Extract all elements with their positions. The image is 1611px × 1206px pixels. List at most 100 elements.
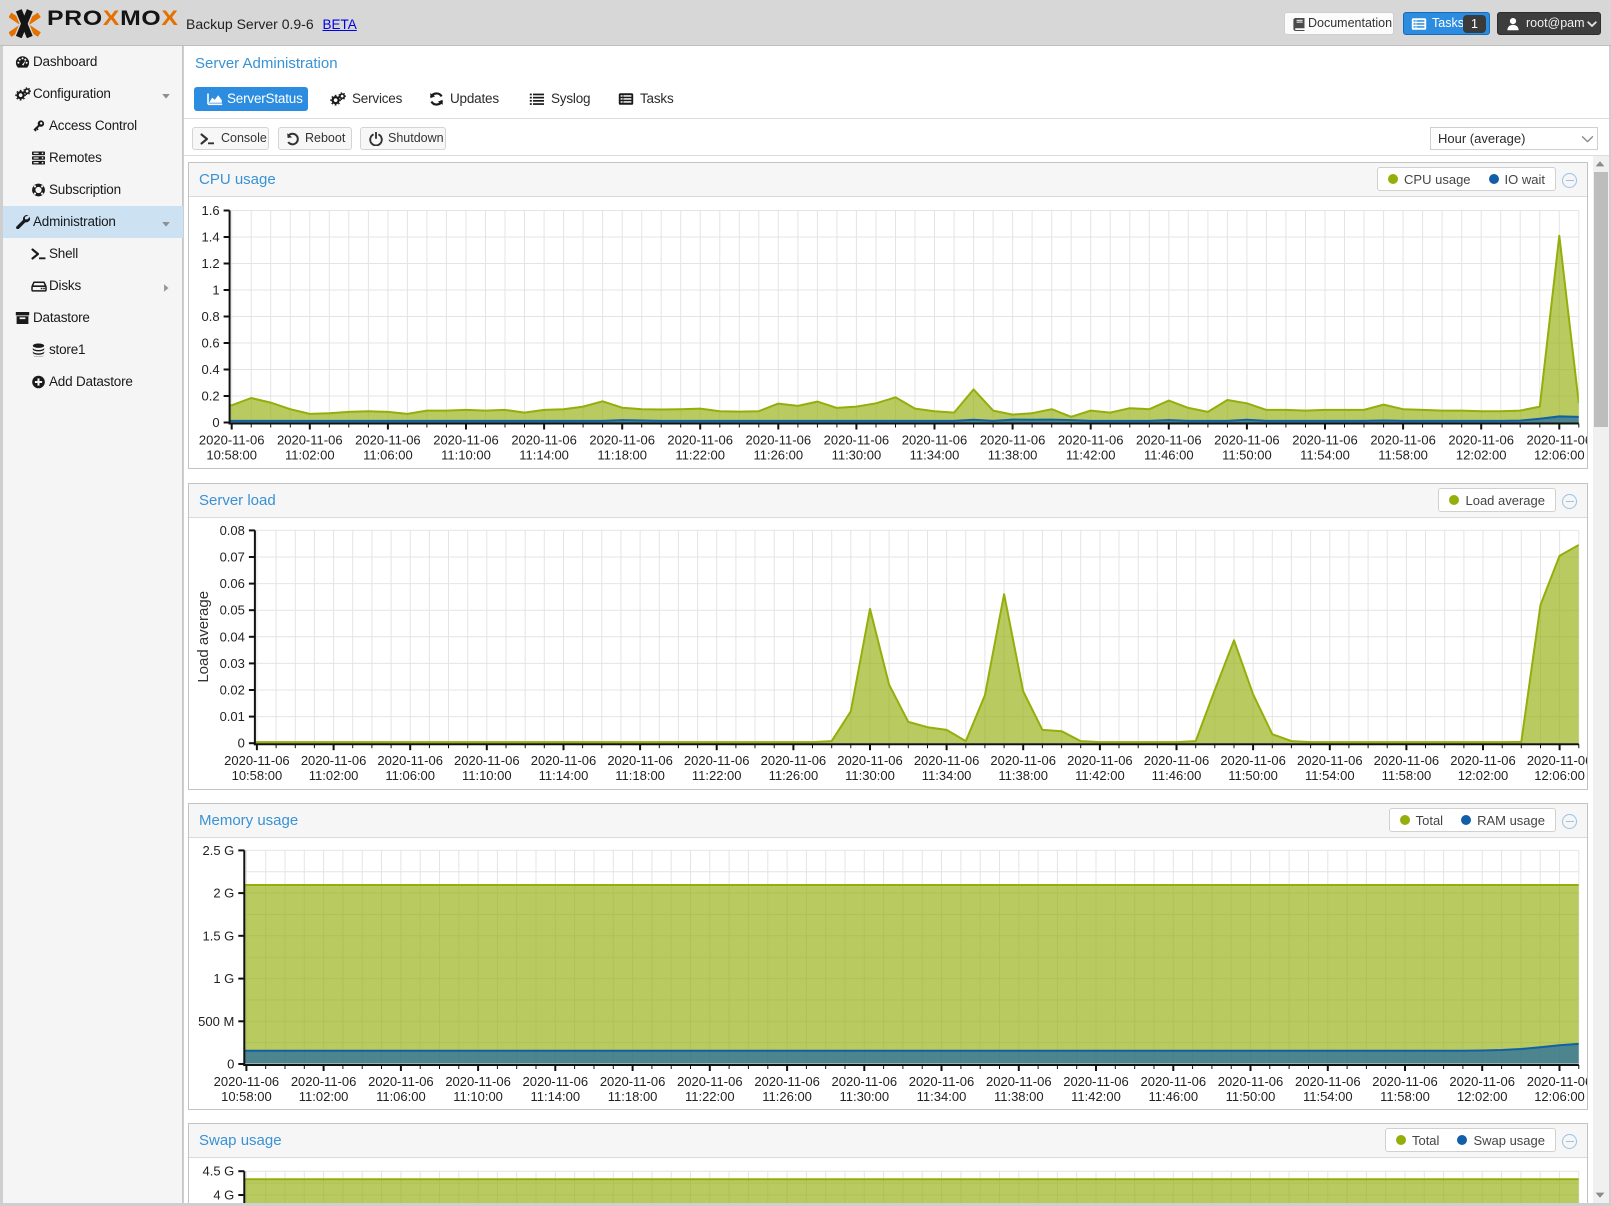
svg-text:2020-11-06: 2020-11-06 (914, 753, 980, 768)
svg-text:11:58:00: 11:58:00 (1380, 1089, 1430, 1104)
svg-text:2020-11-06: 2020-11-06 (1449, 1074, 1515, 1089)
svg-text:12:06:00: 12:06:00 (1534, 448, 1585, 463)
svg-text:12:06:00: 12:06:00 (1534, 1089, 1585, 1104)
svg-text:11:14:00: 11:14:00 (519, 448, 569, 463)
svg-text:11:50:00: 11:50:00 (1226, 1089, 1276, 1104)
svg-text:2020-11-06: 2020-11-06 (454, 753, 520, 768)
svg-text:11:02:00: 11:02:00 (285, 448, 335, 463)
svg-text:0.01: 0.01 (220, 709, 245, 724)
svg-text:11:22:00: 11:22:00 (675, 448, 725, 463)
svg-text:1: 1 (212, 283, 219, 298)
svg-text:2020-11-06: 2020-11-06 (677, 1074, 743, 1089)
svg-text:0.8: 0.8 (202, 309, 220, 324)
svg-text:500 M: 500 M (198, 1014, 234, 1029)
svg-text:0.02: 0.02 (220, 683, 245, 698)
svg-text:11:58:00: 11:58:00 (1378, 448, 1428, 463)
svg-text:11:46:00: 11:46:00 (1152, 768, 1202, 783)
svg-text:2020-11-06: 2020-11-06 (837, 753, 903, 768)
svg-text:2020-11-06: 2020-11-06 (990, 753, 1056, 768)
svg-text:1.6: 1.6 (202, 203, 220, 218)
svg-text:2020-11-06: 2020-11-06 (523, 1074, 589, 1089)
svg-text:2020-11-06: 2020-11-06 (355, 433, 421, 448)
svg-text:4.5 G: 4.5 G (203, 1164, 235, 1179)
svg-text:11:42:00: 11:42:00 (1066, 448, 1116, 463)
svg-text:1 G: 1 G (213, 971, 234, 986)
svg-text:2020-11-06: 2020-11-06 (761, 753, 827, 768)
svg-text:11:42:00: 11:42:00 (1075, 768, 1125, 783)
svg-text:2.5 G: 2.5 G (203, 843, 235, 858)
svg-text:2020-11-06: 2020-11-06 (224, 753, 290, 768)
svg-text:11:50:00: 11:50:00 (1228, 768, 1278, 783)
svg-text:2020-11-06: 2020-11-06 (1297, 753, 1363, 768)
svg-text:0.6: 0.6 (202, 336, 220, 351)
svg-text:11:14:00: 11:14:00 (530, 1089, 580, 1104)
svg-text:2020-11-06: 2020-11-06 (1527, 1074, 1587, 1089)
svg-text:11:22:00: 11:22:00 (685, 1089, 735, 1104)
svg-text:2020-11-06: 2020-11-06 (301, 753, 367, 768)
svg-text:11:54:00: 11:54:00 (1300, 448, 1350, 463)
svg-text:11:38:00: 11:38:00 (994, 1089, 1044, 1104)
svg-text:11:06:00: 11:06:00 (376, 1089, 426, 1104)
svg-text:2020-11-06: 2020-11-06 (1214, 433, 1280, 448)
svg-text:0.07: 0.07 (220, 550, 245, 565)
svg-text:2020-11-06: 2020-11-06 (589, 433, 655, 448)
svg-text:11:38:00: 11:38:00 (998, 768, 1048, 783)
svg-text:0.08: 0.08 (220, 523, 245, 538)
svg-text:2020-11-06: 2020-11-06 (1067, 753, 1133, 768)
svg-text:11:58:00: 11:58:00 (1382, 768, 1432, 783)
svg-text:11:34:00: 11:34:00 (917, 1089, 967, 1104)
svg-text:0: 0 (212, 415, 219, 430)
svg-text:2020-11-06: 2020-11-06 (511, 433, 577, 448)
svg-text:2020-11-06: 2020-11-06 (832, 1074, 898, 1089)
svg-text:2020-11-06: 2020-11-06 (1372, 1074, 1438, 1089)
svg-text:11:18:00: 11:18:00 (608, 1089, 658, 1104)
svg-text:2020-11-06: 2020-11-06 (1292, 433, 1358, 448)
svg-text:12:02:00: 12:02:00 (1456, 448, 1507, 463)
svg-text:2020-11-06: 2020-11-06 (1527, 753, 1587, 768)
svg-text:12:06:00: 12:06:00 (1534, 768, 1585, 783)
svg-text:11:46:00: 11:46:00 (1148, 1089, 1198, 1104)
svg-text:12:02:00: 12:02:00 (1457, 1089, 1508, 1104)
svg-text:0: 0 (238, 736, 245, 751)
svg-text:11:30:00: 11:30:00 (845, 768, 895, 783)
svg-text:2020-11-06: 2020-11-06 (824, 433, 890, 448)
svg-text:0.06: 0.06 (220, 576, 245, 591)
svg-text:11:06:00: 11:06:00 (385, 768, 435, 783)
svg-text:11:02:00: 11:02:00 (309, 768, 359, 783)
svg-text:2020-11-06: 2020-11-06 (667, 433, 733, 448)
svg-text:2020-11-06: 2020-11-06 (1295, 1074, 1361, 1089)
svg-text:2020-11-06: 2020-11-06 (531, 753, 597, 768)
svg-text:1.4: 1.4 (202, 230, 220, 245)
svg-text:2020-11-06: 2020-11-06 (1058, 433, 1124, 448)
svg-text:2020-11-06: 2020-11-06 (1370, 433, 1436, 448)
svg-text:0.4: 0.4 (202, 362, 220, 377)
svg-text:11:30:00: 11:30:00 (832, 448, 882, 463)
svg-text:0.03: 0.03 (220, 656, 245, 671)
svg-text:2020-11-06: 2020-11-06 (214, 1074, 280, 1089)
svg-text:11:10:00: 11:10:00 (462, 768, 512, 783)
svg-text:11:06:00: 11:06:00 (363, 448, 413, 463)
svg-text:10:58:00: 10:58:00 (232, 768, 283, 783)
svg-text:2020-11-06: 2020-11-06 (1141, 1074, 1207, 1089)
svg-text:1.5 G: 1.5 G (203, 928, 235, 943)
svg-text:2020-11-06: 2020-11-06 (980, 433, 1046, 448)
svg-text:2020-11-06: 2020-11-06 (377, 753, 443, 768)
svg-text:Load average: Load average (195, 591, 212, 683)
svg-text:2020-11-06: 2020-11-06 (291, 1074, 357, 1089)
svg-text:2020-11-06: 2020-11-06 (277, 433, 343, 448)
svg-text:2020-11-06: 2020-11-06 (1450, 753, 1516, 768)
svg-text:11:54:00: 11:54:00 (1303, 1089, 1353, 1104)
svg-text:12:02:00: 12:02:00 (1458, 768, 1509, 783)
svg-text:11:10:00: 11:10:00 (453, 1089, 503, 1104)
svg-text:2020-11-06: 2020-11-06 (909, 1074, 975, 1089)
svg-text:11:38:00: 11:38:00 (988, 448, 1038, 463)
svg-text:0.04: 0.04 (220, 629, 245, 644)
svg-text:11:26:00: 11:26:00 (753, 448, 803, 463)
svg-text:2020-11-06: 2020-11-06 (368, 1074, 434, 1089)
svg-text:2020-11-06: 2020-11-06 (1448, 433, 1514, 448)
svg-text:11:18:00: 11:18:00 (615, 768, 665, 783)
svg-text:11:34:00: 11:34:00 (910, 448, 960, 463)
svg-text:2020-11-06: 2020-11-06 (1218, 1074, 1284, 1089)
svg-text:2020-11-06: 2020-11-06 (445, 1074, 511, 1089)
svg-text:11:18:00: 11:18:00 (597, 448, 647, 463)
